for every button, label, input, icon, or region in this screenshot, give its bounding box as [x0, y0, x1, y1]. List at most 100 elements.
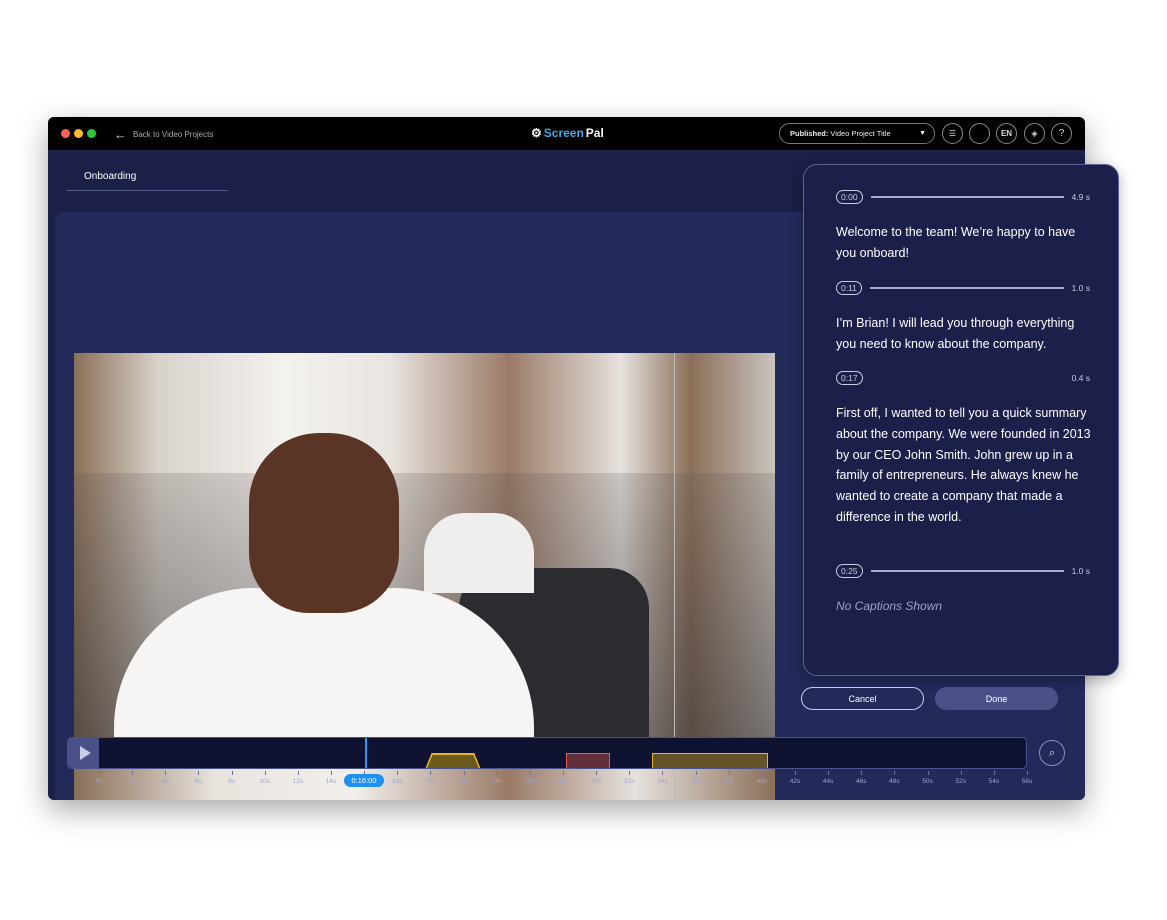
timeline-tick-label: 6s: [194, 778, 202, 785]
caption-segment[interactable]: [651, 753, 768, 768]
project-title: Video Project Title: [830, 129, 891, 138]
timeline-tick: [496, 771, 498, 775]
timeline-tick: [761, 771, 763, 775]
timeline-tick-label: 42s: [789, 778, 801, 785]
timeline-tick-label: 14s: [325, 778, 337, 785]
playhead-time-badge[interactable]: 0:16:00: [344, 774, 384, 787]
timeline-tick-label: 50s: [922, 778, 933, 785]
cancel-button[interactable]: Cancel: [801, 687, 924, 710]
no-captions-text: No Captions Shown: [836, 599, 943, 613]
help-button[interactable]: ?: [1051, 123, 1072, 144]
timeline-tick: [1027, 771, 1028, 775]
logo-text-pal: Pal: [585, 126, 604, 140]
timeline-tick-label: 10s: [259, 778, 270, 785]
timeline-tick: [728, 771, 730, 775]
back-label: Back to Video Projects: [133, 130, 214, 139]
timeline-zoom-button[interactable]: ⌕: [1039, 740, 1065, 766]
timeline-tick: [297, 771, 299, 775]
timeline-tick-label: 2s: [128, 778, 136, 785]
list-check-icon: ☰: [948, 129, 957, 138]
timeline-tick: [463, 771, 465, 775]
caption-segment[interactable]: [565, 753, 611, 768]
timeline-tick-label: 46s: [856, 778, 867, 785]
timeline-track[interactable]: [67, 737, 1027, 769]
maximize-window-button[interactable]: [87, 129, 96, 138]
publish-prefix: Published:: [790, 129, 829, 138]
timeline-tick: [795, 771, 796, 775]
back-to-projects-link[interactable]: ← Back to Video Projects: [114, 127, 213, 142]
timeline-tick: [927, 771, 929, 775]
timeline-tick-label: 34s: [657, 778, 668, 785]
caption-duration: 1.0 s: [1071, 283, 1090, 293]
timeline-tick: [264, 771, 266, 775]
tab-onboarding[interactable]: Onboarding: [66, 167, 228, 191]
timeline-tick: [331, 771, 332, 775]
caption-timing-row[interactable]: 0:25 1.0 s: [836, 564, 1090, 578]
caption-text[interactable]: Welcome to the team! We’re happy to have…: [836, 222, 1096, 264]
captions-list-button[interactable]: ☰: [942, 123, 963, 144]
timeline-tick-label: 52s: [955, 778, 966, 785]
timeline-tick-label: 20s: [425, 778, 436, 785]
timeline-tick-label: 28s: [557, 778, 569, 785]
timeline-tick: [596, 771, 598, 775]
timeline-tick: [695, 771, 697, 775]
timeline-tick-label: 54s: [988, 778, 1000, 785]
timeline-tick: [165, 771, 167, 775]
caption-timing-row[interactable]: 0:11 1.0 s: [836, 281, 1090, 295]
logo-text-screen: Screen: [543, 126, 584, 140]
timeline-tick-label: 36s: [690, 778, 701, 785]
caption-duration: 1.0 s: [1071, 566, 1090, 576]
segment-fill: [426, 754, 480, 768]
timeline-tick-label: 18s: [392, 778, 403, 785]
caption-text[interactable]: I’m Brian! I will lead you through every…: [836, 313, 1096, 355]
captions-panel: 0:00 4.9 s Welcome to the team! We’re hap…: [803, 164, 1119, 676]
timeline-tick: [99, 771, 100, 775]
timeline-tick: [960, 771, 962, 775]
caption-timing-row[interactable]: 0:00 4.9 s: [836, 190, 1090, 204]
caption-time[interactable]: 0:25: [836, 564, 863, 578]
timeline-tick-label: 44s: [822, 778, 834, 785]
duration-line: [870, 570, 1064, 572]
timeline-tick-label: 24s: [491, 778, 502, 785]
play-button[interactable]: [68, 738, 99, 768]
video-preview: [74, 353, 775, 800]
timeline-tick-label: 26s: [524, 778, 536, 785]
screenpal-logo: ⚙ Screen Pal: [531, 126, 604, 140]
caption-timing-row[interactable]: 0:17 0.4 s: [836, 371, 1090, 385]
caret-down-icon: ▼: [919, 130, 926, 137]
timeline-tick: [894, 771, 896, 775]
timeline-tick: [993, 771, 995, 775]
caption-time[interactable]: 0:00: [836, 190, 863, 204]
timeline-tick-label: 30s: [590, 778, 602, 785]
logo-icon: ⚙: [531, 126, 542, 140]
timeline-tick-label: 32s: [624, 778, 635, 785]
duration-line: [869, 287, 1064, 289]
caption-segment[interactable]: [424, 753, 482, 768]
timeline-tick-label: 48s: [889, 778, 900, 785]
timeline-tick-label: 0s: [95, 778, 103, 785]
timeline-tick: [397, 771, 399, 775]
caption-duration: 0.4 s: [1071, 373, 1090, 383]
publish-status-dropdown[interactable]: Published: Video Project Title ▼: [779, 123, 935, 144]
caption-time[interactable]: 0:17: [836, 371, 863, 385]
timeline-tick: [629, 771, 631, 775]
timeline-tick: [828, 771, 830, 775]
caption-time[interactable]: 0:11: [836, 281, 862, 295]
close-window-button[interactable]: [61, 129, 70, 138]
done-button[interactable]: Done: [935, 687, 1058, 710]
layers-icon: ◈: [1031, 129, 1038, 138]
layers-button[interactable]: ◈: [1024, 123, 1045, 144]
timeline-tick-label: 40s: [756, 778, 768, 785]
search-icon: ⌕: [1048, 746, 1056, 759]
timeline-tick: [662, 771, 664, 775]
timeline-tick-label: 38s: [723, 778, 734, 785]
playhead[interactable]: [365, 738, 367, 768]
timeline-tick: [132, 771, 134, 775]
minimize-window-button[interactable]: [74, 129, 83, 138]
timeline-tick: [529, 771, 531, 775]
caption-text[interactable]: First off, I wanted to tell you a quick …: [836, 403, 1096, 528]
language-button[interactable]: EN: [996, 123, 1017, 144]
blank-circle-button[interactable]: [969, 123, 990, 144]
timeline-tick-label: 12s: [292, 778, 304, 785]
title-bar: ← Back to Video Projects ⚙ Screen Pal Publi…: [48, 117, 1085, 150]
